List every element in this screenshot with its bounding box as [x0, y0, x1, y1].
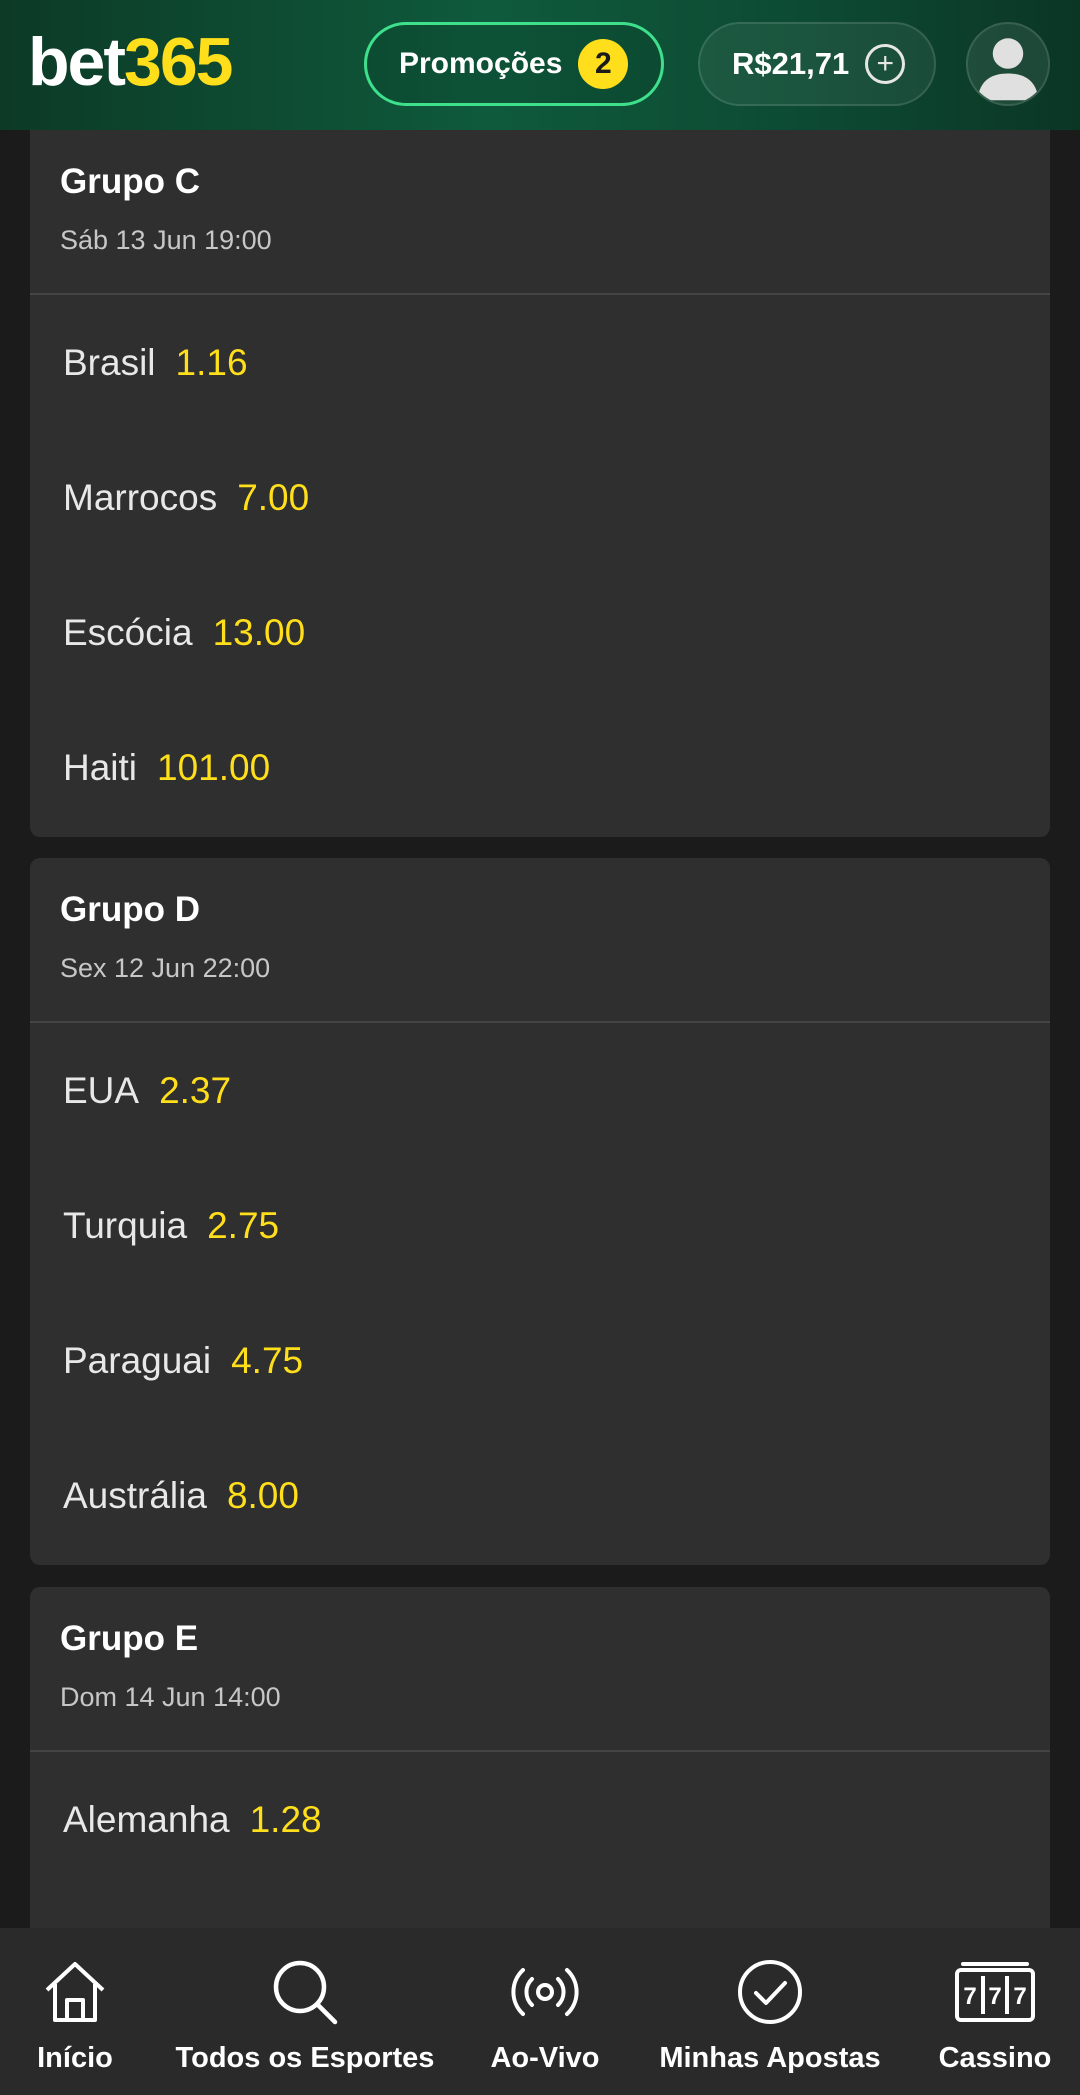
balance-button[interactable]: R$21,71 + — [698, 22, 936, 106]
team-name: EUA — [63, 1069, 140, 1111]
nav-label: Todos os Esportes — [175, 2042, 435, 2074]
user-icon — [977, 38, 1039, 101]
app-screen: bet365 Promoções 2 R$21,71 + Grupo C Sáb… — [0, 0, 1080, 2095]
nav-label: Ao-Vivo — [490, 2042, 600, 2074]
promotions-button[interactable]: Promoções 2 — [364, 22, 664, 106]
nav-item-todos-esportes[interactable]: Todos os Esportes — [160, 1928, 450, 2095]
group-header: Grupo C Sáb 13 Jun 19:00 — [30, 130, 1050, 295]
selection-row[interactable]: Brasil 1.16 — [30, 295, 1050, 430]
svg-text:7: 7 — [988, 1983, 1001, 2010]
team-name: Alemanha — [63, 1798, 230, 1840]
svg-text:7: 7 — [963, 1983, 976, 2010]
team-odd: 2.37 — [159, 1069, 232, 1111]
selection-row[interactable]: Marrocos 7.00 — [30, 430, 1050, 565]
selection-row[interactable]: Escócia 13.00 — [30, 565, 1050, 700]
nav-item-ao-vivo[interactable]: Ao-Vivo — [470, 1928, 620, 2095]
team-name: Escócia — [63, 611, 193, 653]
team-name: Marrocos — [63, 476, 218, 518]
team-odd: 2.75 — [207, 1204, 280, 1246]
team-name: Austrália — [63, 1474, 207, 1516]
top-header: bet365 Promoções 2 R$21,71 + — [0, 0, 1080, 130]
nav-item-cassino[interactable]: 7 7 7 Cassino — [920, 1928, 1070, 2095]
selection-row[interactable]: Haiti 101.00 — [30, 700, 1050, 835]
home-icon — [39, 1956, 111, 2028]
selection-row[interactable]: Alemanha 1.28 — [30, 1752, 1050, 1887]
team-odd: 101.00 — [157, 746, 271, 788]
live-broadcast-icon — [505, 1956, 585, 2028]
nav-item-inicio[interactable]: Início — [0, 1928, 150, 2095]
team-odd: 7.00 — [237, 476, 310, 518]
promotions-count-badge: 2 — [578, 39, 629, 89]
nav-item-minhas-apostas[interactable]: Minhas Apostas — [650, 1928, 890, 2095]
balance-amount: R$21,71 — [732, 46, 850, 81]
team-odd: 1.16 — [175, 341, 248, 383]
selection-row[interactable]: Turquia 2.75 — [30, 1158, 1050, 1293]
group-header: Grupo E Dom 14 Jun 14:00 — [30, 1587, 1050, 1752]
team-name: Turquia — [63, 1204, 188, 1246]
group-title: Grupo C — [60, 162, 200, 201]
nav-label: Cassino — [938, 2042, 1052, 2074]
check-circle-icon — [734, 1956, 806, 2028]
search-icon — [269, 1956, 341, 2028]
team-odd: 1.28 — [249, 1798, 322, 1840]
selection-row[interactable]: Austrália 8.00 — [30, 1428, 1050, 1563]
selection-row[interactable]: Paraguai 4.75 — [30, 1293, 1050, 1428]
team-odd: 13.00 — [212, 611, 306, 653]
bottom-navigation: Início Todos os Esportes Ao-Vivo Minhas … — [0, 1928, 1080, 2095]
group-title: Grupo E — [60, 1619, 199, 1658]
group-date: Sex 12 Jun 22:00 — [60, 953, 271, 983]
group-header: Grupo D Sex 12 Jun 22:00 — [30, 858, 1050, 1023]
group-date: Dom 14 Jun 14:00 — [60, 1682, 281, 1712]
plus-circle-icon[interactable]: + — [865, 44, 906, 84]
team-name: Brasil — [63, 341, 156, 383]
promotions-label: Promoções — [399, 47, 563, 80]
slot-machine-icon: 7 7 7 — [953, 1956, 1037, 2028]
group-date: Sáb 13 Jun 19:00 — [60, 225, 272, 255]
nav-label: Início — [37, 2042, 113, 2074]
group-card-d: Grupo D Sex 12 Jun 22:00 EUA 2.37 Turqui… — [30, 858, 1050, 1565]
team-name: Paraguai — [63, 1339, 212, 1381]
nav-label: Minhas Apostas — [659, 2042, 881, 2074]
account-button[interactable] — [966, 22, 1050, 106]
bet365-logo[interactable]: bet365 — [28, 24, 233, 100]
svg-text:7: 7 — [1013, 1983, 1026, 2010]
group-card-c: Grupo C Sáb 13 Jun 19:00 Brasil 1.16 Mar… — [30, 130, 1050, 837]
team-name: Haiti — [63, 746, 138, 788]
team-odd: 4.75 — [231, 1339, 304, 1381]
logo-number-text: 365 — [124, 24, 233, 100]
logo-bet-text: bet — [28, 24, 126, 100]
group-title: Grupo D — [60, 890, 200, 929]
selection-row[interactable]: EUA 2.37 — [30, 1023, 1050, 1158]
team-odd: 8.00 — [226, 1474, 299, 1516]
